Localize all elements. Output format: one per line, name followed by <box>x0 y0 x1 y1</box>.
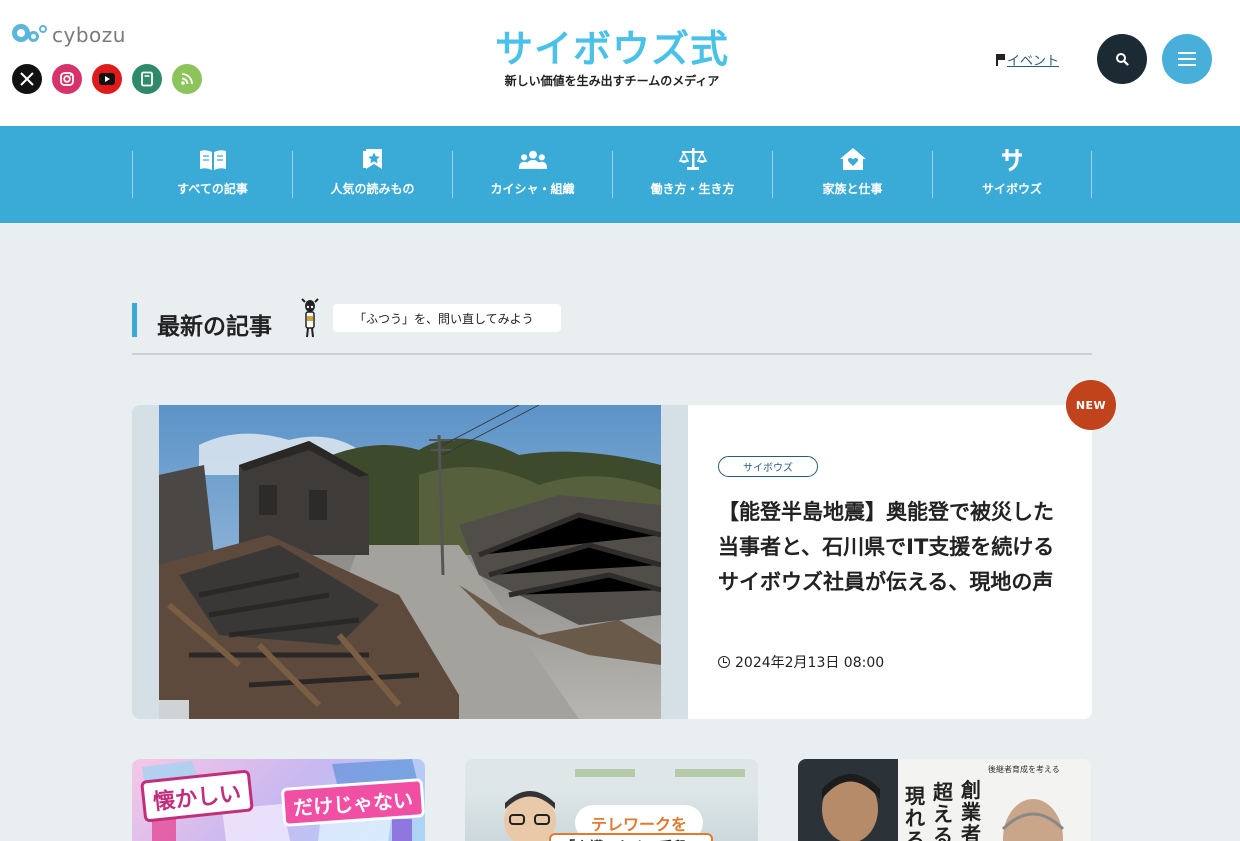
bookmark-star-icon <box>358 146 388 172</box>
hamburger-icon <box>1178 52 1196 66</box>
youtube-icon[interactable] <box>92 64 122 94</box>
search-icon <box>1116 53 1129 66</box>
article-card[interactable]: テレワークを 「介護のための手段」 <box>465 759 758 841</box>
featured-article-image[interactable] <box>159 405 661 719</box>
nav-item-label: すべての記事 <box>177 182 248 196</box>
section-title: 最新の記事 <box>157 314 272 340</box>
cybozu-logo-mark <box>12 22 48 48</box>
nav-item-label: サイボウズ <box>981 182 1042 196</box>
article-card[interactable]: 懐かしい だけじゃない <box>132 759 425 841</box>
brand-name: サイボウズ式 <box>494 27 729 71</box>
nav-item-family[interactable]: 家族と仕事 <box>772 148 932 198</box>
card-headline-2: 「介護のための手段」 <box>549 833 713 841</box>
featured-article-title[interactable]: 【能登半島地震】奥能登で被災した当事者と、石川県でIT支援を続けるサイボウズ社員… <box>718 495 1058 600</box>
sa-icon <box>997 146 1027 172</box>
nav-item-label: 働き方・生き方 <box>650 182 735 196</box>
nav-item-popular[interactable]: 人気の読みもの <box>292 149 452 198</box>
group-icon <box>518 148 548 172</box>
card-headline-3: 現れる <box>905 784 925 841</box>
book-icon <box>198 148 228 172</box>
category-nav: すべての記事 人気の読みもの カイシャ・組織 働き方・生き方 家族と仕事 サイボ… <box>0 126 1240 223</box>
x-icon[interactable] <box>12 64 42 94</box>
card-headline-2: 超える <box>933 780 953 841</box>
home-heart-icon <box>838 146 868 172</box>
article-card[interactable]: 後継者育成を考える 創業者 超える 現れる <box>798 759 1091 841</box>
brand-logo[interactable]: サイボウズ式 新しい価値を生み出すチームのメディア <box>492 26 732 89</box>
nav-item-workstyle[interactable]: 働き方・生き方 <box>612 148 772 198</box>
nav-item-company[interactable]: カイシャ・組織 <box>452 148 612 198</box>
card-headline: 創業者 <box>961 778 981 841</box>
category-tag[interactable]: サイボウズ <box>718 456 818 477</box>
new-badge: NEW <box>1066 380 1116 430</box>
mascot-icon <box>300 298 320 338</box>
balance-icon <box>678 146 708 172</box>
rss-icon[interactable] <box>172 64 202 94</box>
social-links <box>12 64 202 94</box>
instagram-icon[interactable] <box>52 64 82 94</box>
card-kicker: 後継者育成を考える <box>988 765 1060 774</box>
menu-button[interactable] <box>1162 34 1212 84</box>
event-link[interactable]: イベント <box>996 50 1059 69</box>
speech-bubble: 「ふつう」を、問い直してみよう <box>333 304 561 332</box>
section-accent-bar <box>132 303 137 337</box>
nav-item-label: 家族と仕事 <box>822 182 883 196</box>
cybozu-logo[interactable]: cybozu <box>12 22 126 48</box>
note-icon[interactable] <box>132 64 162 94</box>
date-text: 2024年2月13日 08:00 <box>735 655 885 671</box>
latest-articles-header: 最新の記事 「ふつう」を、問い直してみよう <box>132 298 1092 355</box>
site-header: cybozu サイボウズ式 新しい価値を生み出すチームのメディア イベント <box>0 0 1240 126</box>
brand-tagline: 新しい価値を生み出すチームのメディア <box>504 74 720 88</box>
clock-icon <box>718 656 730 668</box>
event-link-label: イベント <box>1007 54 1060 69</box>
featured-article-card[interactable]: サイボウズ 【能登半島地震】奥能登で被災した当事者と、石川県でIT支援を続けるサ… <box>132 405 1092 719</box>
flag-icon <box>996 53 1005 66</box>
nav-item-label: カイシャ・組織 <box>490 182 575 196</box>
nav-item-cybozu[interactable]: サイボウズ <box>932 149 1092 198</box>
cybozu-logo-text: cybozu <box>52 23 126 47</box>
nav-item-all-articles[interactable]: すべての記事 <box>132 148 292 198</box>
featured-article-date: 2024年2月13日 08:00 <box>718 652 884 672</box>
search-button[interactable] <box>1097 34 1147 84</box>
nav-item-label: 人気の読みもの <box>330 182 415 196</box>
